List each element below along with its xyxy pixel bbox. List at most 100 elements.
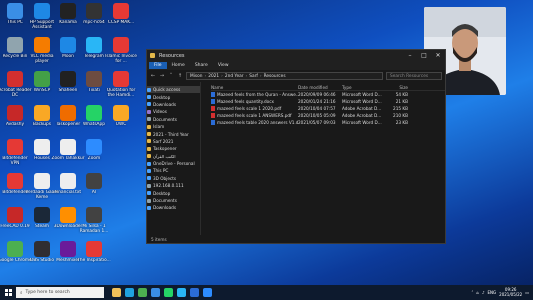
file-size: 21 KB [395,99,408,104]
desktop-icon-item[interactable]: UWC [108,105,134,143]
system-tray: ˄ ⌂ ♪ ENG 09:26 2021/05/22 ▭ [471,287,533,297]
tab-share[interactable]: Share [190,62,213,69]
desktop-icon-item[interactable]: Islamic Invoice for ... [105,37,137,75]
start-button[interactable] [0,285,16,300]
nav-item[interactable]: Videos [147,108,200,115]
nav-item[interactable]: Desktop [147,189,200,196]
close-button[interactable]: ✕ [431,52,445,59]
file-name: mazeed feels table 2020 answers V1.d... [217,120,298,125]
nav-item[interactable]: Islam [147,123,200,130]
language-indicator[interactable]: ENG [488,290,497,295]
up-button[interactable]: ↑ [177,73,183,79]
file-row[interactable]: mazeed feels scale 1 ANSWERS.pdf 2020/10/… [211,112,445,119]
column-header-date[interactable]: Date modified [298,85,342,90]
pdf-icon [113,37,129,53]
tab-file[interactable]: File [149,62,167,69]
chrome-icon[interactable] [138,288,147,297]
telegram-icon[interactable] [177,288,186,297]
title-bar[interactable]: Resources – □ ✕ [147,50,445,61]
whatsapp-icon[interactable] [164,288,173,297]
column-header-name[interactable]: Name [211,85,298,90]
nav-item-label: الكتب القرآن [153,153,176,159]
nav-item[interactable]: This PC [147,167,200,174]
desktop-icon-label: The Inspiratio... [77,258,111,263]
desktop-icon-item[interactable]: Zoom [81,139,107,177]
file-name: Mazeed feels from the Quran - Answe... [217,92,298,97]
clock[interactable]: 09:26 2021/05/22 [499,287,523,297]
acrobat-icon [7,71,23,87]
desktop-icon-label: Islamic Invoice for ... [105,54,137,64]
store-icon[interactable] [151,288,160,297]
column-header-type[interactable]: Type [342,85,384,90]
forward-button[interactable]: → [159,73,165,79]
nav-item[interactable]: Quick access [147,86,200,94]
nav-item[interactable]: 2021 - Third Year [147,130,200,137]
notifications-icon[interactable]: ▭ [525,290,529,295]
document-icon [60,37,76,53]
breadcrumb-separator-icon: › [204,73,207,79]
file-explorer-window[interactable]: Resources – □ ✕ File Home Share View ← →… [146,49,446,244]
app-icon [60,241,76,257]
network-icon[interactable]: ⌂ [476,290,479,295]
breadcrumb-item[interactable]: Mison [190,74,203,79]
desktop-icon-item[interactable]: CCSP MAK... [108,3,134,41]
nav-item[interactable]: 3D Objects [147,175,200,182]
folder-icon [34,105,50,121]
desktop-icon-item[interactable]: Al [81,173,107,211]
file-explorer-icon[interactable] [112,288,121,297]
bitdefender-icon [7,173,23,189]
breadcrumb-item[interactable]: 2nd Year [225,74,244,79]
file-type: Microsoft Word D... [342,92,382,97]
file-date: 2020/10/05 05:09 [298,113,336,118]
file-row[interactable]: mazeed feels table 2020 answers V1.d... 2… [211,119,445,126]
nav-item[interactable]: 192.168.0.111 [147,182,200,189]
file-name-cell: mazeed feels table 2020 answers V1.d... [211,120,298,125]
desktop-icon-item[interactable]: Mi Silsa - 1 Ramadan 1... [80,207,108,245]
minimize-button[interactable]: – [403,52,417,59]
recent-locations-button[interactable]: ˅ [168,73,174,79]
nav-item[interactable]: Taskopener [147,145,200,152]
edge-icon[interactable] [125,288,134,297]
nav-item[interactable]: Desktop [147,93,200,100]
word-icon[interactable] [190,288,199,297]
breadcrumb-item[interactable]: 2021 [208,74,219,79]
file-name: mazeed feels scale 1 ANSWERS.pdf [217,113,292,118]
app-icon [60,105,76,121]
vpn-icon [7,139,23,155]
windows-icon [4,289,12,296]
desktop-icon-item[interactable]: The Inspiratio... [77,241,111,279]
nav-item[interactable]: Sarf 2021 [147,138,200,145]
desktop-icon-label: CCSP MAK... [107,20,135,25]
breadcrumb-item[interactable]: Sarf [249,74,258,79]
breadcrumb-separator-icon: › [259,73,262,79]
chevron-up-icon[interactable]: ˄ [471,290,473,295]
file-row[interactable]: Mazeed feels quantity.docx 2020/01/24 21:… [211,98,445,105]
file-date: 2020/01/24 21:16 [298,99,336,104]
nav-item-label: Desktop [153,94,171,100]
column-header-size[interactable]: Size [384,85,408,90]
ribbon-tabs: File Home Share View [147,61,445,70]
nav-item-label: 192.168.0.111 [153,183,184,189]
tab-view[interactable]: View [213,62,234,69]
desktop-icon-item[interactable]: Quotation for the Hamdi... [107,71,135,109]
nav-item[interactable]: Downloads [147,204,200,211]
nav-item[interactable]: Documents [147,116,200,123]
obs-icon [34,241,50,257]
nav-item[interactable]: الكتب القرآن [147,153,200,160]
maximize-button[interactable]: □ [417,52,431,59]
file-row[interactable]: Mazeed feels from the Quran - Answe... 20… [211,91,445,98]
clock-date: 2021/05/22 [499,291,523,297]
nav-item[interactable]: Downloads [147,101,200,108]
nav-item[interactable]: Documents [147,197,200,204]
volume-icon[interactable]: ♪ [482,290,485,295]
document-icon [34,173,50,189]
file-row[interactable]: mazeed feels scale 1 2020.pdf 2020/10/04 … [211,105,445,112]
back-button[interactable]: ← [150,73,156,79]
zoom-icon[interactable] [203,288,212,297]
tab-home[interactable]: Home [167,62,190,69]
address-bar[interactable]: Mison › 2021 › 2nd Year › Sarf › Resourc… [186,72,383,80]
nav-item[interactable]: OneDrive - Personal [147,160,200,167]
taskbar-search-input[interactable]: ⌕ Type here to search [16,287,104,298]
search-input[interactable]: Search Resources [386,72,442,80]
breadcrumb-item[interactable]: Resources [264,74,286,79]
